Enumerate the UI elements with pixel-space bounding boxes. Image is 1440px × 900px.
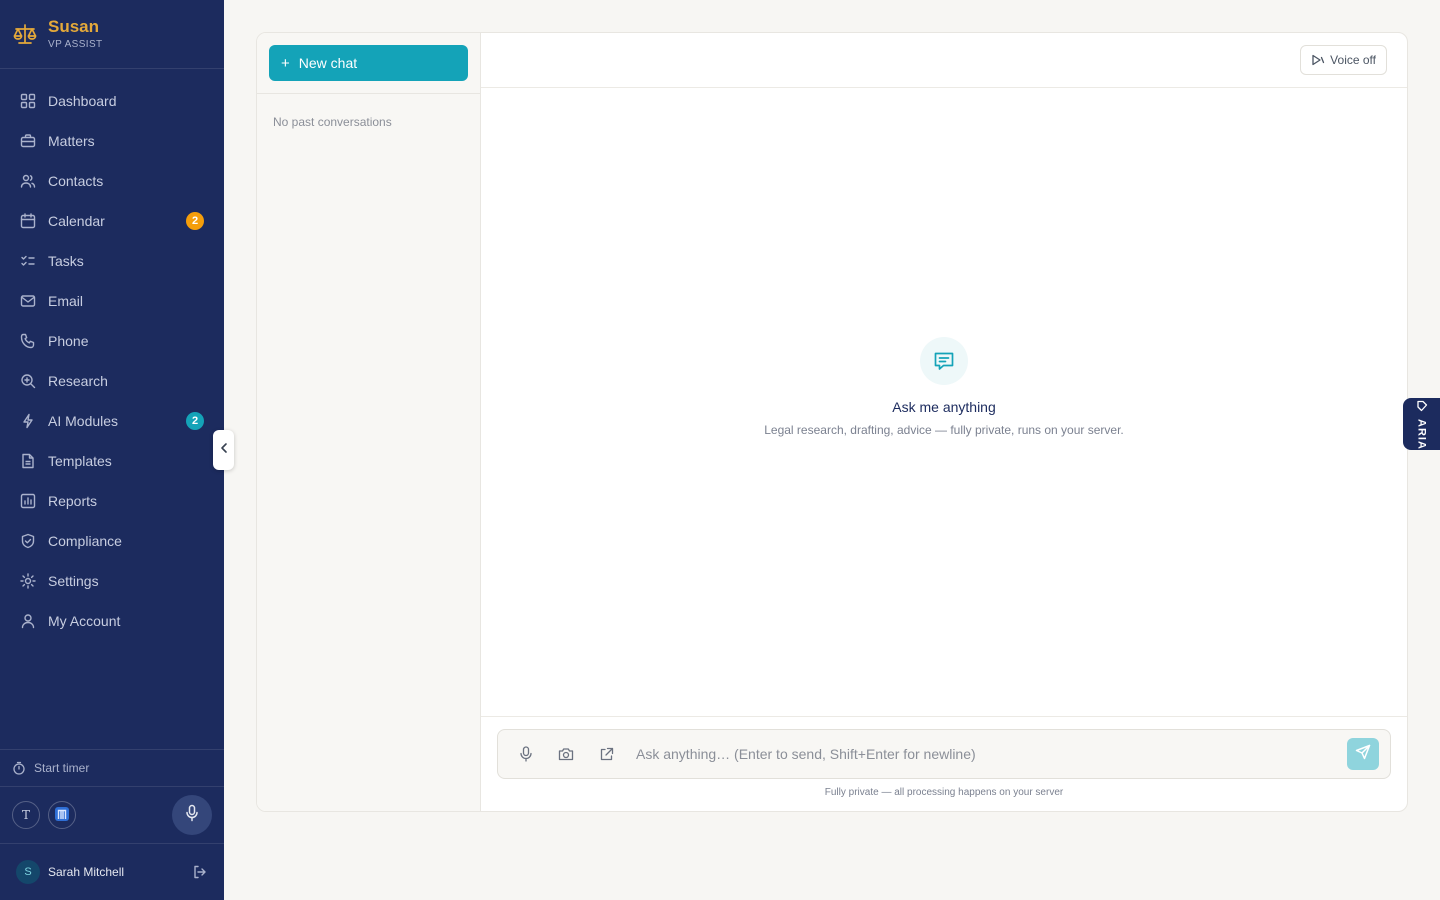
- collapse-sidebar-button[interactable]: [213, 430, 234, 470]
- start-timer-label: Start timer: [34, 761, 90, 775]
- sidebar-item-label: Templates: [48, 453, 112, 469]
- sidebar-mic-button[interactable]: [172, 795, 212, 835]
- divider: [257, 93, 481, 94]
- sidebar-item-ai-modules[interactable]: AI Modules 2: [0, 401, 224, 441]
- grid-icon: [19, 92, 37, 110]
- new-chat-button[interactable]: + New chat: [269, 45, 468, 81]
- chat-history-panel: + New chat No past conversations: [257, 33, 481, 811]
- sidebar-item-label: Calendar: [48, 213, 105, 229]
- privacy-footnote: Fully private — all processing happens o…: [824, 787, 1064, 798]
- bar-chart-icon: [19, 492, 37, 510]
- no-past-conversations: No past conversations: [273, 115, 392, 129]
- start-timer-button[interactable]: Start timer: [0, 749, 224, 787]
- sidebar-item-my-account[interactable]: My Account: [0, 601, 224, 641]
- users-icon: [19, 172, 37, 190]
- sidebar-item-matters[interactable]: Matters: [0, 121, 224, 161]
- chevron-left-icon: [219, 441, 229, 459]
- voice-toggle-button[interactable]: Voice off: [1300, 45, 1387, 75]
- sidebar-item-phone[interactable]: Phone: [0, 321, 224, 361]
- brand-name: Susan: [48, 17, 100, 36]
- briefcase-icon: [19, 132, 37, 150]
- sidebar-item-settings[interactable]: Settings: [0, 561, 224, 601]
- chat-bubble-icon: [920, 337, 968, 385]
- empty-state: Ask me anything Legal research, drafting…: [481, 337, 1407, 437]
- send-button[interactable]: [1347, 738, 1379, 770]
- text-tool-label: T: [21, 808, 30, 822]
- sidebar-item-label: Email: [48, 293, 84, 309]
- sidebar: Susan VP ASSIST Dashboard Matters Contac…: [0, 0, 224, 900]
- sidebar-item-contacts[interactable]: Contacts: [0, 161, 224, 201]
- mail-icon: [19, 292, 37, 310]
- text-tool-button[interactable]: T: [12, 801, 40, 829]
- sidebar-item-research[interactable]: Research: [0, 361, 224, 401]
- document-icon: [19, 452, 37, 470]
- sidebar-item-templates[interactable]: Templates: [0, 441, 224, 481]
- plus-icon: +: [281, 54, 290, 72]
- sidebar-item-label: Compliance: [48, 533, 122, 549]
- chat-card: + New chat No past conversations Voice o…: [256, 32, 1408, 812]
- shield-icon: [19, 532, 37, 550]
- gear-icon: [19, 572, 37, 590]
- user-name: Sarah Mitchell: [48, 865, 125, 879]
- sidebar-nav: Dashboard Matters Contacts Calendar 2 Ta…: [0, 69, 224, 641]
- empty-state-title: Ask me anything: [892, 399, 996, 415]
- speaker-off-icon: [1311, 53, 1325, 67]
- search-zoom-icon: [19, 372, 37, 390]
- sidebar-item-label: Phone: [48, 333, 89, 349]
- lightning-icon: [19, 412, 37, 430]
- aria-tag-icon: [1416, 399, 1428, 417]
- user-profile[interactable]: S Sarah Mitchell: [0, 844, 224, 900]
- sidebar-item-tasks[interactable]: Tasks: [0, 241, 224, 281]
- avatar: S: [16, 860, 40, 884]
- sidebar-item-compliance[interactable]: Compliance: [0, 521, 224, 561]
- calendar-icon: [19, 212, 37, 230]
- app-logo-icon: [54, 806, 70, 825]
- sidebar-item-dashboard[interactable]: Dashboard: [0, 81, 224, 121]
- brand-subtitle: VP ASSIST: [48, 39, 103, 50]
- aria-tab[interactable]: ARIA: [1403, 398, 1440, 450]
- sidebar-item-label: Dashboard: [48, 93, 117, 109]
- checklist-icon: [19, 252, 37, 270]
- composer-box: [497, 729, 1391, 779]
- scales-icon: [12, 21, 38, 47]
- chat-header: Voice off: [481, 33, 1407, 88]
- brand[interactable]: Susan VP ASSIST: [0, 0, 224, 69]
- sidebar-item-reports[interactable]: Reports: [0, 481, 224, 521]
- calendar-badge: 2: [186, 212, 204, 230]
- sidebar-item-label: AI Modules: [48, 413, 119, 429]
- ai-modules-badge: 2: [186, 412, 204, 430]
- sidebar-item-label: Contacts: [48, 173, 104, 189]
- user-icon: [19, 612, 37, 630]
- sidebar-item-label: Research: [48, 373, 108, 389]
- sidebar-item-label: Settings: [48, 573, 99, 589]
- sidebar-item-email[interactable]: Email: [0, 281, 224, 321]
- aria-label: ARIA: [1415, 418, 1428, 450]
- empty-state-description: Legal research, drafting, advice — fully…: [764, 423, 1124, 437]
- message-input[interactable]: [636, 739, 1347, 769]
- sidebar-item-label: Matters: [48, 133, 95, 149]
- microphone-icon[interactable]: [516, 744, 536, 764]
- send-icon: [1355, 744, 1371, 765]
- logout-icon[interactable]: [192, 864, 208, 880]
- camera-icon[interactable]: [556, 744, 576, 764]
- phone-icon: [19, 332, 37, 350]
- voice-toggle-label: Voice off: [1330, 53, 1376, 67]
- sidebar-item-calendar[interactable]: Calendar 2: [0, 201, 224, 241]
- composer: Fully private — all processing happens o…: [481, 716, 1407, 811]
- stopwatch-icon: [12, 761, 26, 775]
- sidebar-item-label: Reports: [48, 493, 98, 509]
- microphone-icon: [184, 804, 200, 827]
- chat-panel: Voice off Ask me anything Legal research…: [481, 33, 1407, 811]
- sidebar-tools: T: [0, 787, 224, 844]
- app-tool-button[interactable]: [48, 801, 76, 829]
- external-link-icon[interactable]: [596, 744, 616, 764]
- sidebar-item-label: Tasks: [48, 253, 84, 269]
- sidebar-item-label: My Account: [48, 613, 121, 629]
- new-chat-label: New chat: [298, 55, 358, 71]
